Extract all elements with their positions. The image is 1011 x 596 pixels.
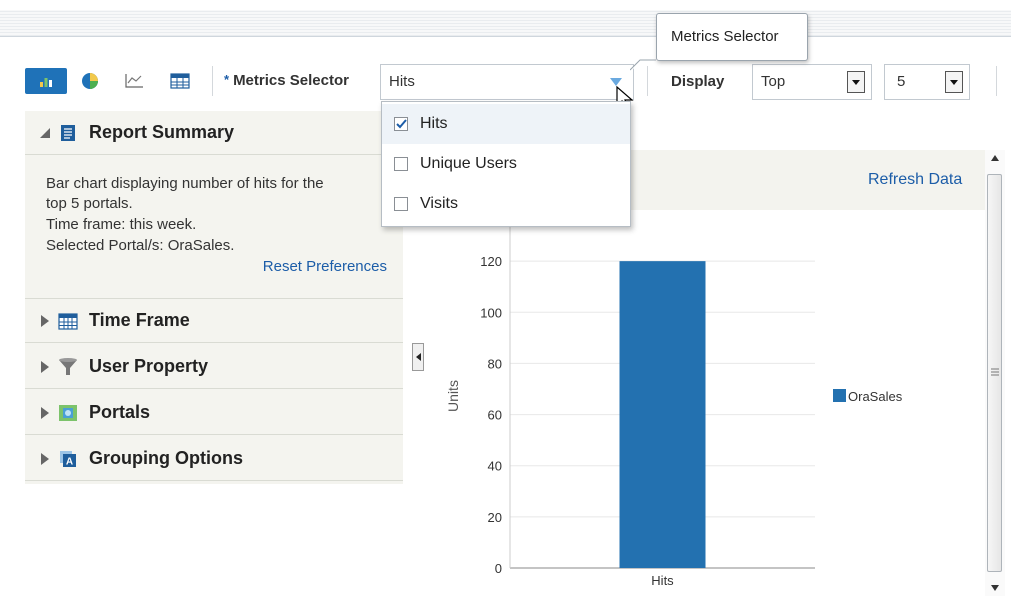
- y-tick-label: 60: [488, 408, 502, 423]
- triangle-expanded-icon: [33, 127, 57, 139]
- legend-swatch: [833, 389, 846, 402]
- chevron-down-icon[interactable]: [847, 71, 865, 93]
- report-summary-header[interactable]: Report Summary: [25, 111, 403, 155]
- bar-chart: 0 20 40 60 80 100 120 Units Hits OraSales: [445, 210, 903, 588]
- summary-line: top 5 portals.: [46, 195, 133, 212]
- user-property-header[interactable]: User Property: [25, 345, 403, 389]
- report-summary-body: Bar chart displaying number of hits for …: [25, 155, 403, 299]
- chevron-down-icon[interactable]: [945, 71, 963, 93]
- line-chart-icon[interactable]: [120, 68, 148, 94]
- triangle-collapsed-icon: [33, 406, 57, 420]
- report-summary-title: Report Summary: [89, 122, 235, 142]
- table-icon[interactable]: [166, 68, 194, 94]
- count-select[interactable]: 5: [884, 64, 970, 100]
- y-tick-label: 40: [488, 459, 502, 474]
- triangle-collapsed-icon: [33, 314, 57, 328]
- bar: [619, 261, 706, 568]
- reset-preferences-link[interactable]: Reset Preferences: [263, 258, 387, 275]
- grouping-icon: A: [57, 449, 79, 469]
- portals-title: Portals: [89, 402, 151, 422]
- dropdown-option-visits[interactable]: Visits: [382, 184, 630, 224]
- summary-line: Time frame: this week.: [46, 216, 197, 233]
- count-select-value: 5: [897, 73, 906, 90]
- portal-icon: [57, 403, 79, 423]
- legend-label: OraSales: [848, 389, 903, 404]
- tooltip: Metrics Selector: [656, 13, 808, 61]
- scroll-up-icon[interactable]: [990, 154, 1000, 162]
- checkbox-checked[interactable]: [394, 117, 408, 131]
- dropdown-option-label: Unique Users: [420, 155, 517, 172]
- y-tick-label: 100: [480, 305, 502, 320]
- time-frame-title: Time Frame: [89, 310, 190, 330]
- summary-line: Selected Portal/s: OraSales.: [46, 237, 235, 254]
- time-frame-header[interactable]: Time Frame: [25, 299, 403, 343]
- x-tick-label: Hits: [651, 573, 674, 588]
- tooltip-tail: [630, 59, 656, 71]
- grouping-options-header[interactable]: A Grouping Options: [25, 437, 403, 481]
- pie-chart-icon[interactable]: [76, 68, 104, 94]
- display-select[interactable]: Top: [752, 64, 872, 100]
- triangle-collapsed-icon: [33, 360, 57, 374]
- user-property-title: User Property: [89, 356, 209, 376]
- display-label: Display: [671, 73, 725, 90]
- toolbar-separator: [996, 66, 997, 96]
- metrics-selector-input[interactable]: Hits: [380, 64, 634, 100]
- vertical-scrollbar[interactable]: [985, 150, 1005, 596]
- display-select-value: Top: [761, 73, 786, 90]
- document-icon: [57, 123, 79, 143]
- left-panel: Report Summary Bar chart displaying numb…: [25, 111, 403, 484]
- filter-icon: [57, 357, 79, 377]
- svg-text:A: A: [66, 456, 73, 467]
- header-band: [0, 10, 1011, 37]
- calendar-icon: [57, 311, 79, 331]
- dropdown-option-unique-users[interactable]: Unique Users: [382, 144, 630, 184]
- grouping-options-title: Grouping Options: [89, 448, 243, 468]
- dropdown-option-label: Visits: [420, 195, 458, 212]
- checkbox-unchecked[interactable]: [394, 197, 408, 211]
- metrics-dropdown-menu: Hits Unique Users Visits: [381, 101, 631, 227]
- y-tick-label: 80: [488, 356, 502, 371]
- metrics-selector-label: * Metrics Selector: [224, 72, 349, 89]
- toolbar-separator: [212, 66, 213, 96]
- bar-chart-icon[interactable]: [25, 68, 67, 94]
- summary-line: Bar chart displaying number of hits for …: [46, 175, 324, 192]
- metrics-selector-label-text: Metrics Selector: [233, 72, 349, 89]
- dropdown-option-hits[interactable]: Hits: [382, 104, 630, 144]
- triangle-collapsed-icon: [33, 452, 57, 466]
- checkmark-icon: [395, 119, 407, 129]
- y-axis-title: Units: [445, 380, 461, 412]
- scroll-down-icon[interactable]: [990, 584, 1000, 592]
- y-tick-label: 0: [495, 561, 502, 576]
- refresh-data-link[interactable]: Refresh Data: [868, 171, 962, 189]
- portals-header[interactable]: Portals: [25, 391, 403, 435]
- y-tick-label: 120: [480, 254, 502, 269]
- y-tick-label: 20: [488, 510, 502, 525]
- required-mark: *: [224, 72, 230, 87]
- grip-icon: [991, 368, 999, 376]
- scroll-thumb[interactable]: [987, 174, 1002, 572]
- dropdown-option-label: Hits: [420, 115, 448, 132]
- checkbox-unchecked[interactable]: [394, 157, 408, 171]
